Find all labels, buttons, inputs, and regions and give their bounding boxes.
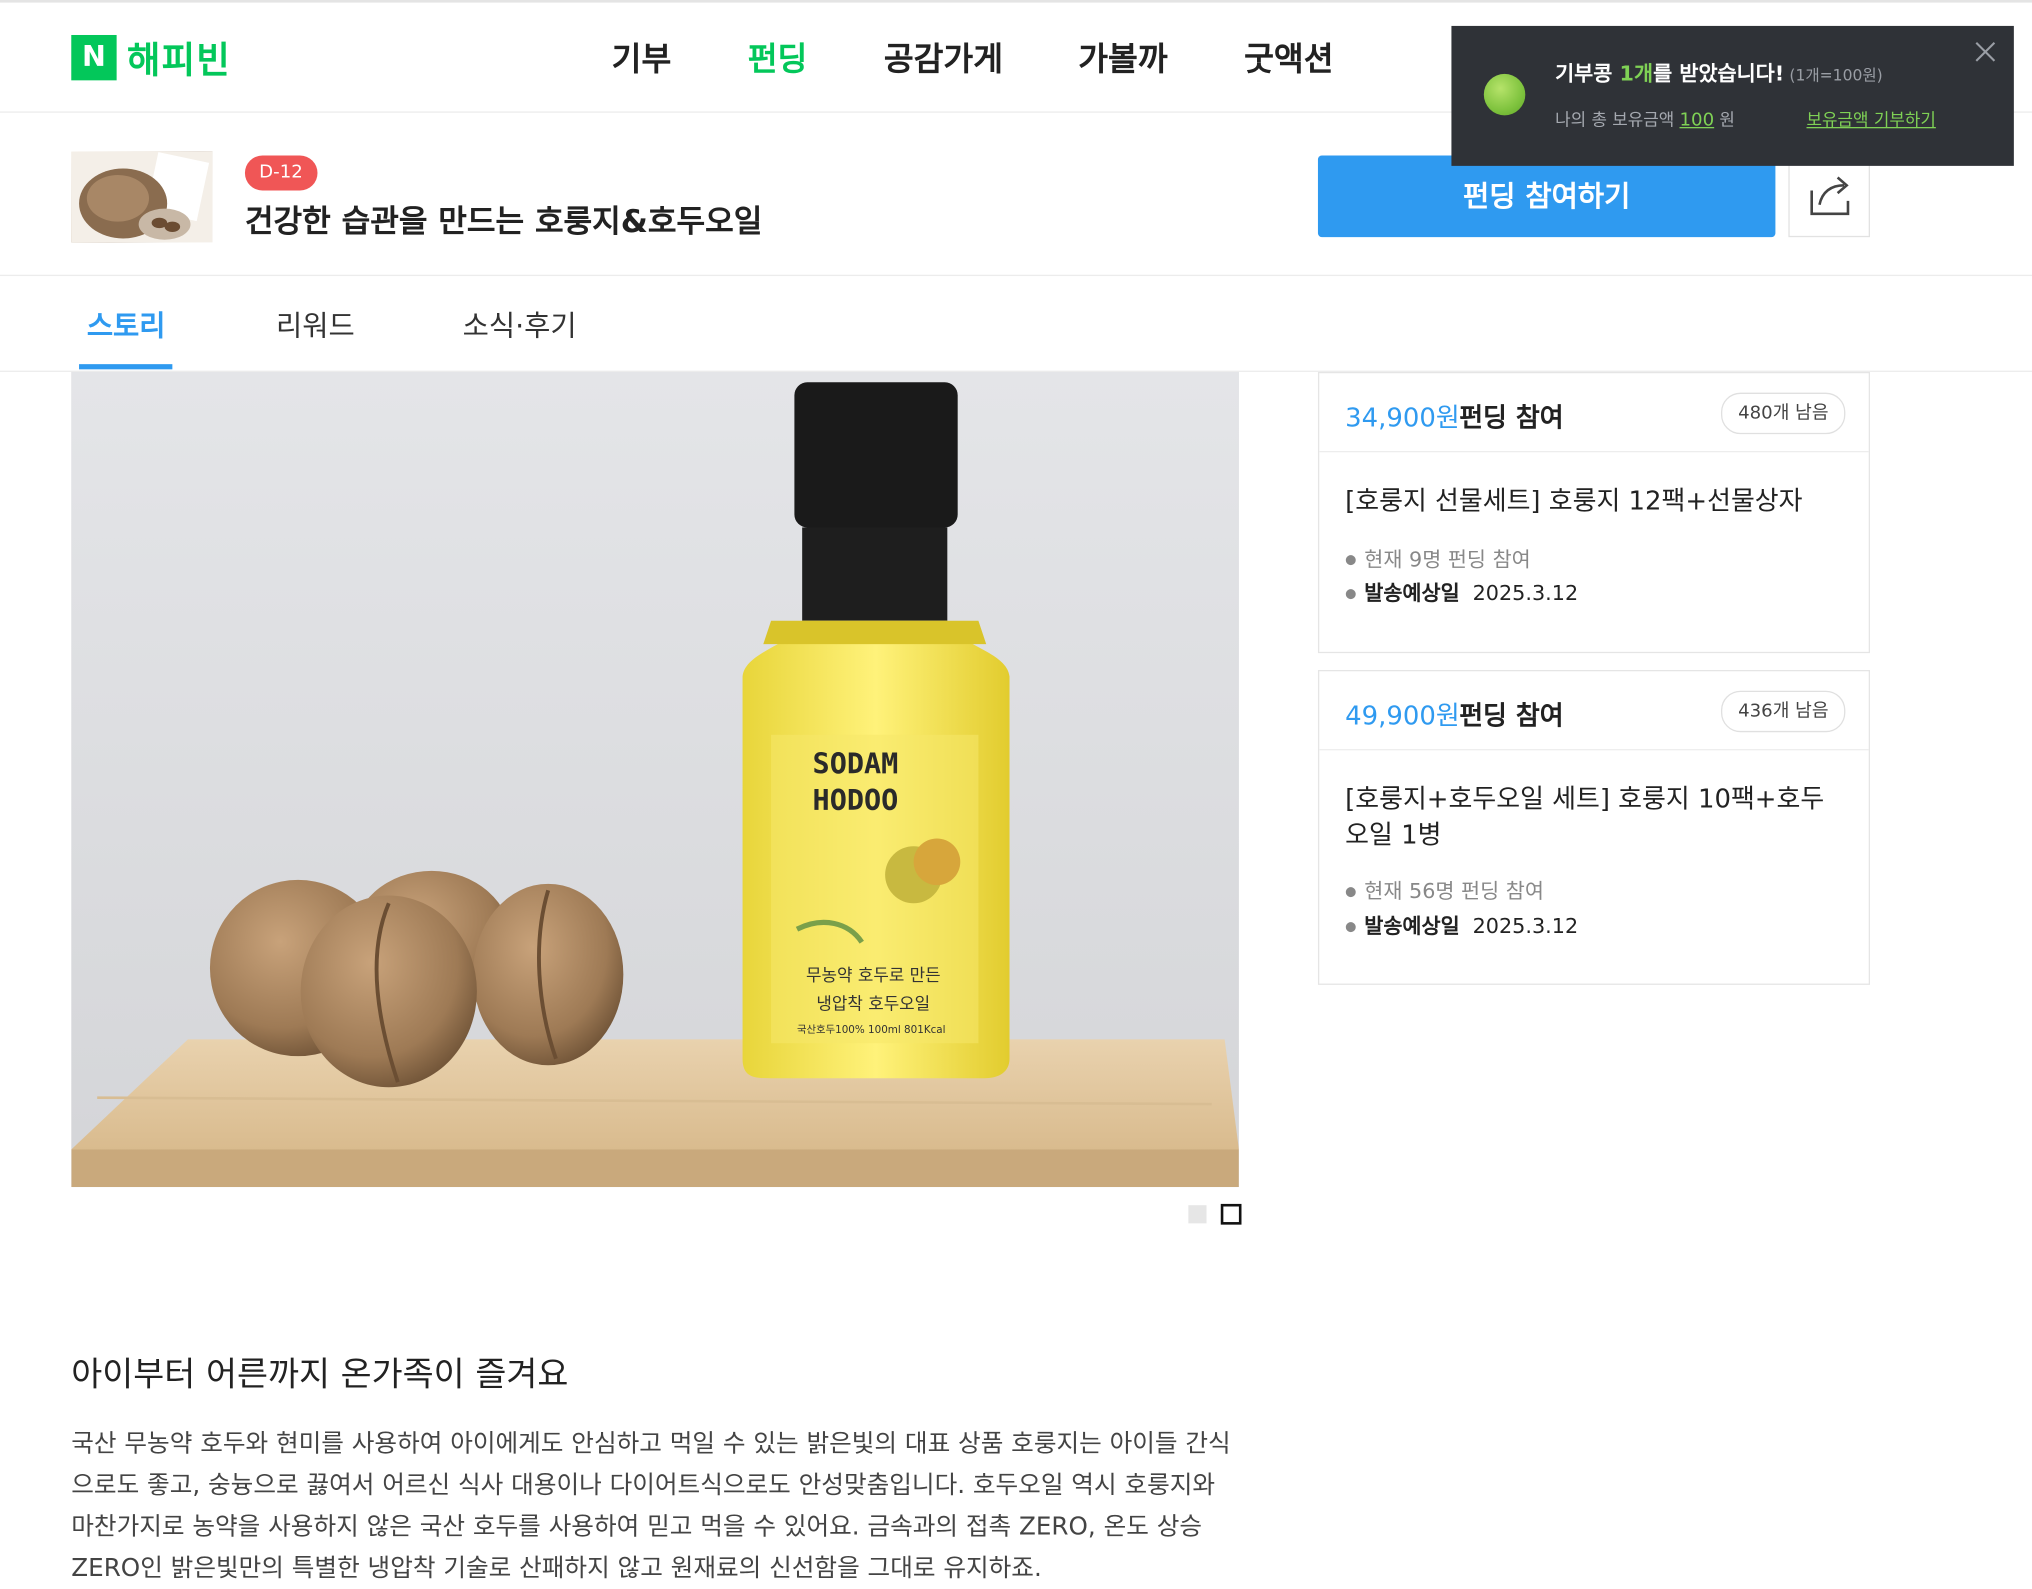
reward-ship-date: ● 발송예상일 2025.3.12	[1345, 908, 1578, 939]
story-body: 국산 무농약 호두와 현미를 사용하여 아이에게도 안심하고 먹일 수 있는 밝…	[71, 1429, 1231, 1583]
toast-title: 기부콩 1개를 받았습니다! (1개=100원)	[1555, 56, 1883, 87]
page: N 해피빈 기부 펀딩 공감가게 가볼까 굿액션 D-12 건강한 습관을 만드…	[0, 0, 2032, 1582]
toast-balance-unit: 원	[1719, 111, 1735, 131]
logo-text[interactable]: 해피빈	[127, 32, 231, 84]
reward-ship-date: ● 발송예상일 2025.3.12	[1345, 575, 1578, 606]
tab-news-reviews[interactable]: 소식·후기	[463, 303, 577, 344]
thumbnail-image	[71, 151, 213, 243]
carousel-dot-1[interactable]	[1188, 1205, 1207, 1224]
toast-title-prefix: 기부콩	[1555, 60, 1620, 86]
tab-rewards[interactable]: 리워드	[276, 303, 355, 344]
toast-title-highlight: 1개	[1619, 60, 1654, 86]
carousel-dot-2-active[interactable]	[1220, 1203, 1242, 1225]
bottle-label-line1: SODAM	[813, 748, 899, 781]
dday-badge: D-12	[244, 155, 318, 191]
bullet-icon: ●	[1345, 920, 1357, 935]
reward-price: 49,900원	[1345, 699, 1460, 731]
share-button[interactable]	[1788, 155, 1871, 238]
project-title: 건강한 습관을 만드는 호룽지&호두오일	[244, 203, 763, 240]
active-tab-indicator	[79, 364, 173, 370]
fund-participate-button[interactable]: 펀딩 참여하기	[1317, 155, 1776, 238]
reward-card[interactable]: 49,900원 펀딩 참여 436개 남음 [호룽지+호두오일 세트] 호룽지 …	[1317, 669, 1871, 985]
nav-item-good-action[interactable]: 굿액션	[1244, 34, 1333, 81]
bottle-label-line3: 무농약 호두로 만든	[806, 965, 941, 985]
toast-balance-label: 나의 총 보유금액	[1555, 111, 1675, 131]
reward-ship-label: 발송예상일	[1364, 913, 1460, 939]
reward-name: [호룽지 선물세트] 호룽지 12팩+선물상자	[1345, 484, 1803, 516]
bullet-icon: ●	[1345, 885, 1357, 900]
product-image: SODAM HODOO 무농약 호두로 만든 냉압착 호두오일 국산호두100%…	[71, 371, 1239, 1188]
reward-remaining-badge: 436개 남음	[1721, 690, 1846, 733]
product-photo: SODAM HODOO 무농약 호두로 만든 냉압착 호두오일 국산호두100%…	[71, 371, 1239, 1188]
nav-item-donate[interactable]: 기부	[612, 34, 672, 81]
reward-ship-value: 2025.3.12	[1472, 580, 1579, 606]
story-heading: 아이부터 어른까지 온가족이 즐겨요	[71, 1355, 569, 1395]
bottle-label-line5: 국산호두100% 100ml 801Kcal	[797, 1024, 946, 1036]
reward-price-suffix: 펀딩 참여	[1459, 699, 1564, 731]
nav-item-shop[interactable]: 공감가게	[884, 34, 1003, 81]
bottle-label-line2: HODOO	[813, 784, 899, 817]
bottle-label-line4: 냉압착 호두오일	[816, 994, 930, 1014]
reward-participants-text: 현재 56명 펀딩 참여	[1364, 878, 1544, 904]
toast-title-suffix: 를 받았습니다!	[1653, 60, 1785, 86]
reward-ship-label: 발송예상일	[1364, 580, 1460, 606]
tab-story[interactable]: 스토리	[87, 303, 166, 344]
bullet-icon: ●	[1345, 587, 1357, 602]
share-icon	[1810, 176, 1850, 216]
reward-name: [호룽지+호두오일 세트] 호룽지 10팩+호두오일 1병	[1345, 782, 1825, 851]
project-thumbnail	[71, 151, 213, 243]
reward-price: 34,900원	[1345, 401, 1460, 433]
reward-ship-value: 2025.3.12	[1472, 913, 1579, 939]
toast-balance: 나의 총 보유금액 100 원	[1555, 106, 1735, 131]
reward-participants: ● 현재 56명 펀딩 참여	[1345, 873, 1544, 904]
nav-item-visit[interactable]: 가볼까	[1078, 34, 1167, 81]
logo-mark[interactable]: N	[71, 34, 117, 81]
reward-card-header: 34,900원 펀딩 참여 480개 남음	[1319, 373, 1869, 453]
bullet-icon: ●	[1345, 553, 1357, 568]
reward-card[interactable]: 34,900원 펀딩 참여 480개 남음 [호룽지 선물세트] 호룽지 12팩…	[1317, 371, 1871, 654]
reward-participants: ● 현재 9명 펀딩 참여	[1345, 542, 1531, 573]
nav-item-funding[interactable]: 펀딩	[748, 34, 808, 81]
reward-card-header: 49,900원 펀딩 참여 436개 남음	[1319, 671, 1869, 751]
bean-icon	[1483, 73, 1526, 116]
bean-received-toast	[1451, 25, 2014, 166]
reward-price-suffix: 펀딩 참여	[1459, 401, 1564, 433]
toast-balance-amount[interactable]: 100	[1680, 110, 1715, 131]
close-icon[interactable]	[1972, 39, 1998, 65]
reward-remaining-badge: 480개 남음	[1721, 392, 1846, 435]
close-icon-glyph	[1975, 42, 1996, 62]
reward-participants-text: 현재 9명 펀딩 참여	[1364, 546, 1531, 572]
toast-rate-note: (1개=100원)	[1789, 66, 1883, 85]
donate-balance-link[interactable]: 보유금액 기부하기	[1807, 106, 1936, 130]
